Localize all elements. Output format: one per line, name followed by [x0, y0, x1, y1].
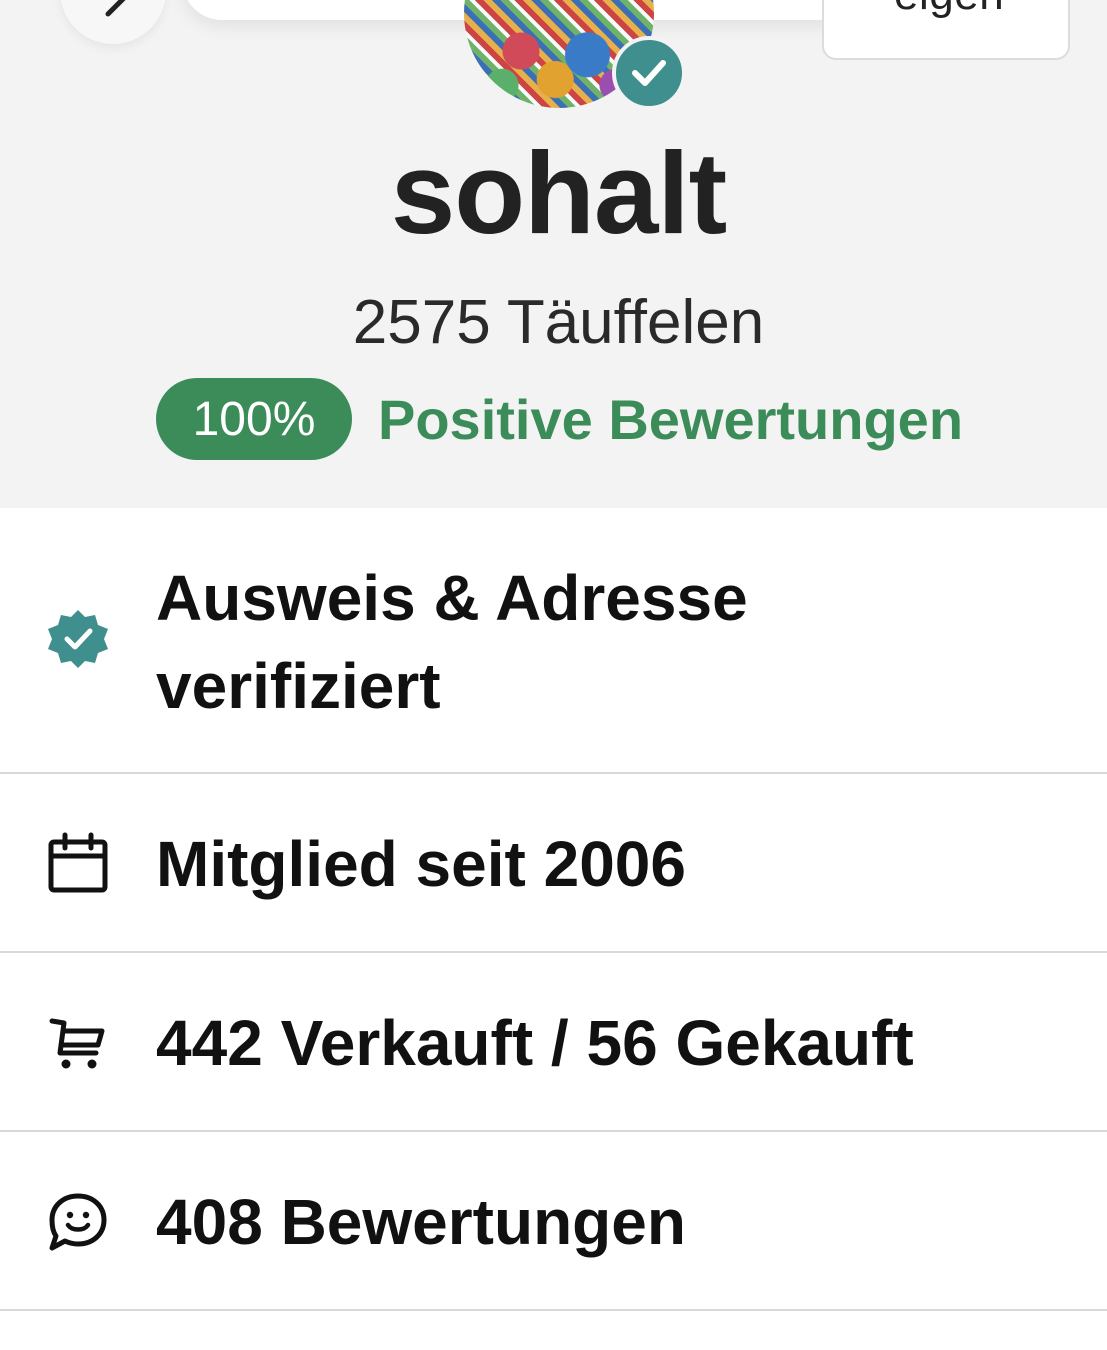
rating-label: Positive Bewertungen [378, 387, 964, 451]
info-row-verified: Ausweis & Adresse verifiziert [0, 508, 1107, 774]
shopping-cart-icon [49, 1018, 105, 1069]
verified-badge-icon [48, 610, 108, 668]
action-button[interactable]: eigen [822, 0, 1070, 60]
member-since-text: Mitglied seit 2006 [156, 828, 686, 900]
rating-percent-badge: 100% [156, 378, 352, 460]
verified-line-1: Ausweis & Adresse [156, 562, 748, 634]
info-row-member-since: Mitglied seit 2006 [0, 774, 1107, 953]
profile-header: eigen sohalt 2575 Täuffelen 100% Positiv… [0, 0, 1107, 508]
action-button-label: eigen [894, 0, 1004, 20]
reviews-count-text: 408 Bewertungen [156, 1186, 686, 1258]
info-row-reviews[interactable]: 408 Bewertungen [0, 1132, 1107, 1311]
chevron-left-icon [105, 0, 126, 17]
verified-check-icon [612, 36, 686, 110]
user-location: 2575 Täuffelen [352, 288, 765, 357]
verified-line-2: verifiziert [156, 650, 441, 722]
info-row-transactions[interactable]: 442 Verkauft / 56 Gekauft [0, 953, 1107, 1132]
rating-row[interactable]: 100% Positive Bewertungen [156, 378, 963, 460]
username: sohalt [390, 128, 728, 258]
avatar-container [464, 0, 686, 110]
sold-bought-text: 442 Verkauft / 56 Gekauft [156, 1007, 914, 1079]
chat-smile-icon [49, 1193, 107, 1251]
calendar-icon [48, 832, 108, 893]
back-button[interactable] [60, 0, 166, 44]
